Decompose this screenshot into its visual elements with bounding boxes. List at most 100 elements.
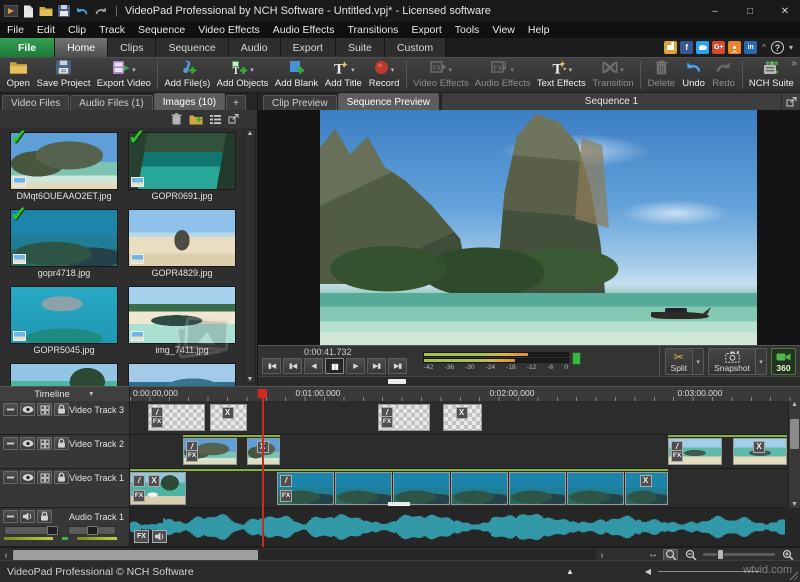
mute-track-button[interactable] <box>20 510 35 523</box>
thumbnail-image[interactable] <box>128 209 236 267</box>
open-button[interactable]: Open <box>3 59 33 91</box>
ribbon-tab-custom[interactable]: Custom <box>384 38 447 57</box>
zoom-slider[interactable] <box>703 549 775 560</box>
timeline-vscroll-thumb[interactable] <box>790 419 799 449</box>
ribbon-tab-sequence[interactable]: Sequence <box>156 38 229 57</box>
googleplus-icon[interactable]: G+ <box>712 41 726 54</box>
new-project-icon[interactable] <box>23 3 34 19</box>
add-to-sequence-icon[interactable] <box>189 114 203 125</box>
snapshot-dropdown-icon[interactable]: ▾ <box>756 348 767 375</box>
media-thumbnail[interactable]: GOPR5045.jpg <box>10 286 118 357</box>
hscroll-track[interactable] <box>12 548 596 561</box>
slider-handle[interactable] <box>87 526 98 535</box>
preview-frame[interactable] <box>320 110 757 345</box>
media-thumbnail[interactable] <box>10 363 118 386</box>
collapse-track-button[interactable] <box>3 403 18 416</box>
like-icon[interactable] <box>664 41 678 54</box>
menu-export[interactable]: Export <box>411 24 441 36</box>
back-one-frame-button[interactable]: ◀ <box>304 358 323 374</box>
collapse-left-icon[interactable]: ◀ <box>645 567 651 576</box>
minimize-button[interactable]: – <box>700 0 730 22</box>
zoom-fit-icon[interactable] <box>663 548 678 561</box>
track-pan-slider[interactable] <box>68 526 116 535</box>
bound-clips-button[interactable] <box>37 471 52 484</box>
maximize-button[interactable]: □ <box>735 0 765 22</box>
timeline-clip[interactable]: / FX <box>148 404 205 431</box>
thumbnail-image[interactable] <box>10 286 118 344</box>
track-volume-slider[interactable] <box>4 526 59 535</box>
zoom-slider-handle[interactable] <box>717 549 724 560</box>
save-icon[interactable] <box>58 3 70 19</box>
media-thumbnail[interactable]: ✓ gopr4718.jpg <box>10 204 118 280</box>
lock-track-button[interactable] <box>54 471 69 484</box>
timeline-clip[interactable] <box>393 472 450 505</box>
zoom-in-icon[interactable] <box>780 549 795 561</box>
detach-preview-icon[interactable] <box>782 93 800 110</box>
add-bin-tab[interactable]: + <box>226 95 246 110</box>
menu-file[interactable]: File <box>7 24 24 36</box>
bound-clips-button[interactable] <box>37 403 52 416</box>
go-to-start-button[interactable]: ▮◀ <box>262 358 281 374</box>
media-thumbnail[interactable]: ✓ DMqt6OUEAAO2ET.jpg <box>10 128 118 203</box>
help-icon[interactable]: ? <box>770 41 784 54</box>
pan-icon[interactable]: ↔ <box>648 549 658 560</box>
scroll-up-icon[interactable]: ▲ <box>247 130 254 137</box>
collapse-track-button[interactable] <box>3 471 18 484</box>
scroll-down-icon[interactable]: ▼ <box>791 501 798 508</box>
timeline-clip[interactable]: X <box>210 404 247 431</box>
media-thumbnail[interactable]: ✓ GOPR0691.jpg <box>128 128 236 203</box>
facebook-icon[interactable]: f <box>680 41 694 54</box>
ribbon-tab-audio[interactable]: Audio <box>228 38 281 57</box>
bound-clips-button[interactable] <box>37 437 52 450</box>
export-video-button[interactable]: ▾ Export Video <box>94 59 154 91</box>
twitter-icon[interactable] <box>696 41 710 54</box>
quick-undo-icon[interactable] <box>75 3 89 19</box>
media-thumbnail[interactable] <box>128 363 236 386</box>
media-tab-images-10[interactable]: Images (10) <box>153 93 226 110</box>
toggle-track-visibility-button[interactable] <box>20 471 35 484</box>
ribbon-tab-home[interactable]: Home <box>55 38 109 57</box>
collapse-ribbon-icon[interactable]: ^ <box>762 43 766 52</box>
seek-handle[interactable] <box>388 379 406 384</box>
preview-tab-sequence-preview[interactable]: Sequence Preview <box>337 93 439 110</box>
expand-panel-icon[interactable]: ▲ <box>566 567 574 576</box>
preview-360-button[interactable]: 360 <box>771 348 796 375</box>
ribbon-tab-file[interactable]: File <box>0 38 56 57</box>
scroll-up-icon[interactable]: ▲ <box>791 401 798 408</box>
ribbon-tab-suite[interactable]: Suite <box>335 38 385 57</box>
open-project-icon[interactable] <box>39 3 53 19</box>
share-icon[interactable] <box>728 41 742 54</box>
menu-track[interactable]: Track <box>99 24 125 36</box>
timeline-vertical-scrollbar[interactable]: ▲ ▼ <box>788 401 800 508</box>
lock-track-button[interactable] <box>37 510 52 523</box>
preview-seek-bar[interactable] <box>258 376 800 386</box>
thumbnail-image[interactable] <box>128 363 236 386</box>
quick-redo-icon[interactable] <box>94 3 108 19</box>
add-blank-button[interactable]: Add Blank <box>272 59 322 91</box>
toggle-track-visibility-button[interactable] <box>20 403 35 416</box>
menu-transitions[interactable]: Transitions <box>347 24 398 36</box>
collapse-track-button[interactable] <box>3 510 18 523</box>
timeline-clip[interactable]: / X FX <box>130 472 186 505</box>
timeline-view-selector[interactable]: Timeline ▼ <box>0 387 130 401</box>
scroll-left-icon[interactable]: ‹ <box>0 549 12 561</box>
detach-panel-icon[interactable] <box>228 114 239 124</box>
menu-clip[interactable]: Clip <box>68 24 86 36</box>
media-tab-video-files[interactable]: Video Files <box>2 95 70 110</box>
undo-button[interactable]: Undo <box>679 59 709 91</box>
timeline-clip[interactable]: / FX <box>277 472 334 505</box>
timeline-clip[interactable] <box>567 472 624 505</box>
playhead-grabber[interactable] <box>258 389 267 398</box>
delete-media-icon[interactable] <box>171 113 182 125</box>
add-file-s-button[interactable]: Add File(s) <box>161 59 213 91</box>
scroll-down-icon[interactable]: ▼ <box>247 376 254 383</box>
menu-edit[interactable]: Edit <box>37 24 55 36</box>
zoom-out-icon[interactable] <box>683 549 698 561</box>
audio-waveform[interactable] <box>130 510 786 544</box>
go-to-end-button[interactable]: ▶▮ <box>388 358 407 374</box>
media-tab-audio-files-1[interactable]: Audio Files (1) <box>70 95 153 110</box>
playhead-line[interactable] <box>262 398 264 547</box>
toggle-track-visibility-button[interactable] <box>20 437 35 450</box>
pause-button[interactable]: ▮▮ <box>325 358 344 374</box>
thumbnail-image[interactable]: ✓ <box>10 128 118 190</box>
